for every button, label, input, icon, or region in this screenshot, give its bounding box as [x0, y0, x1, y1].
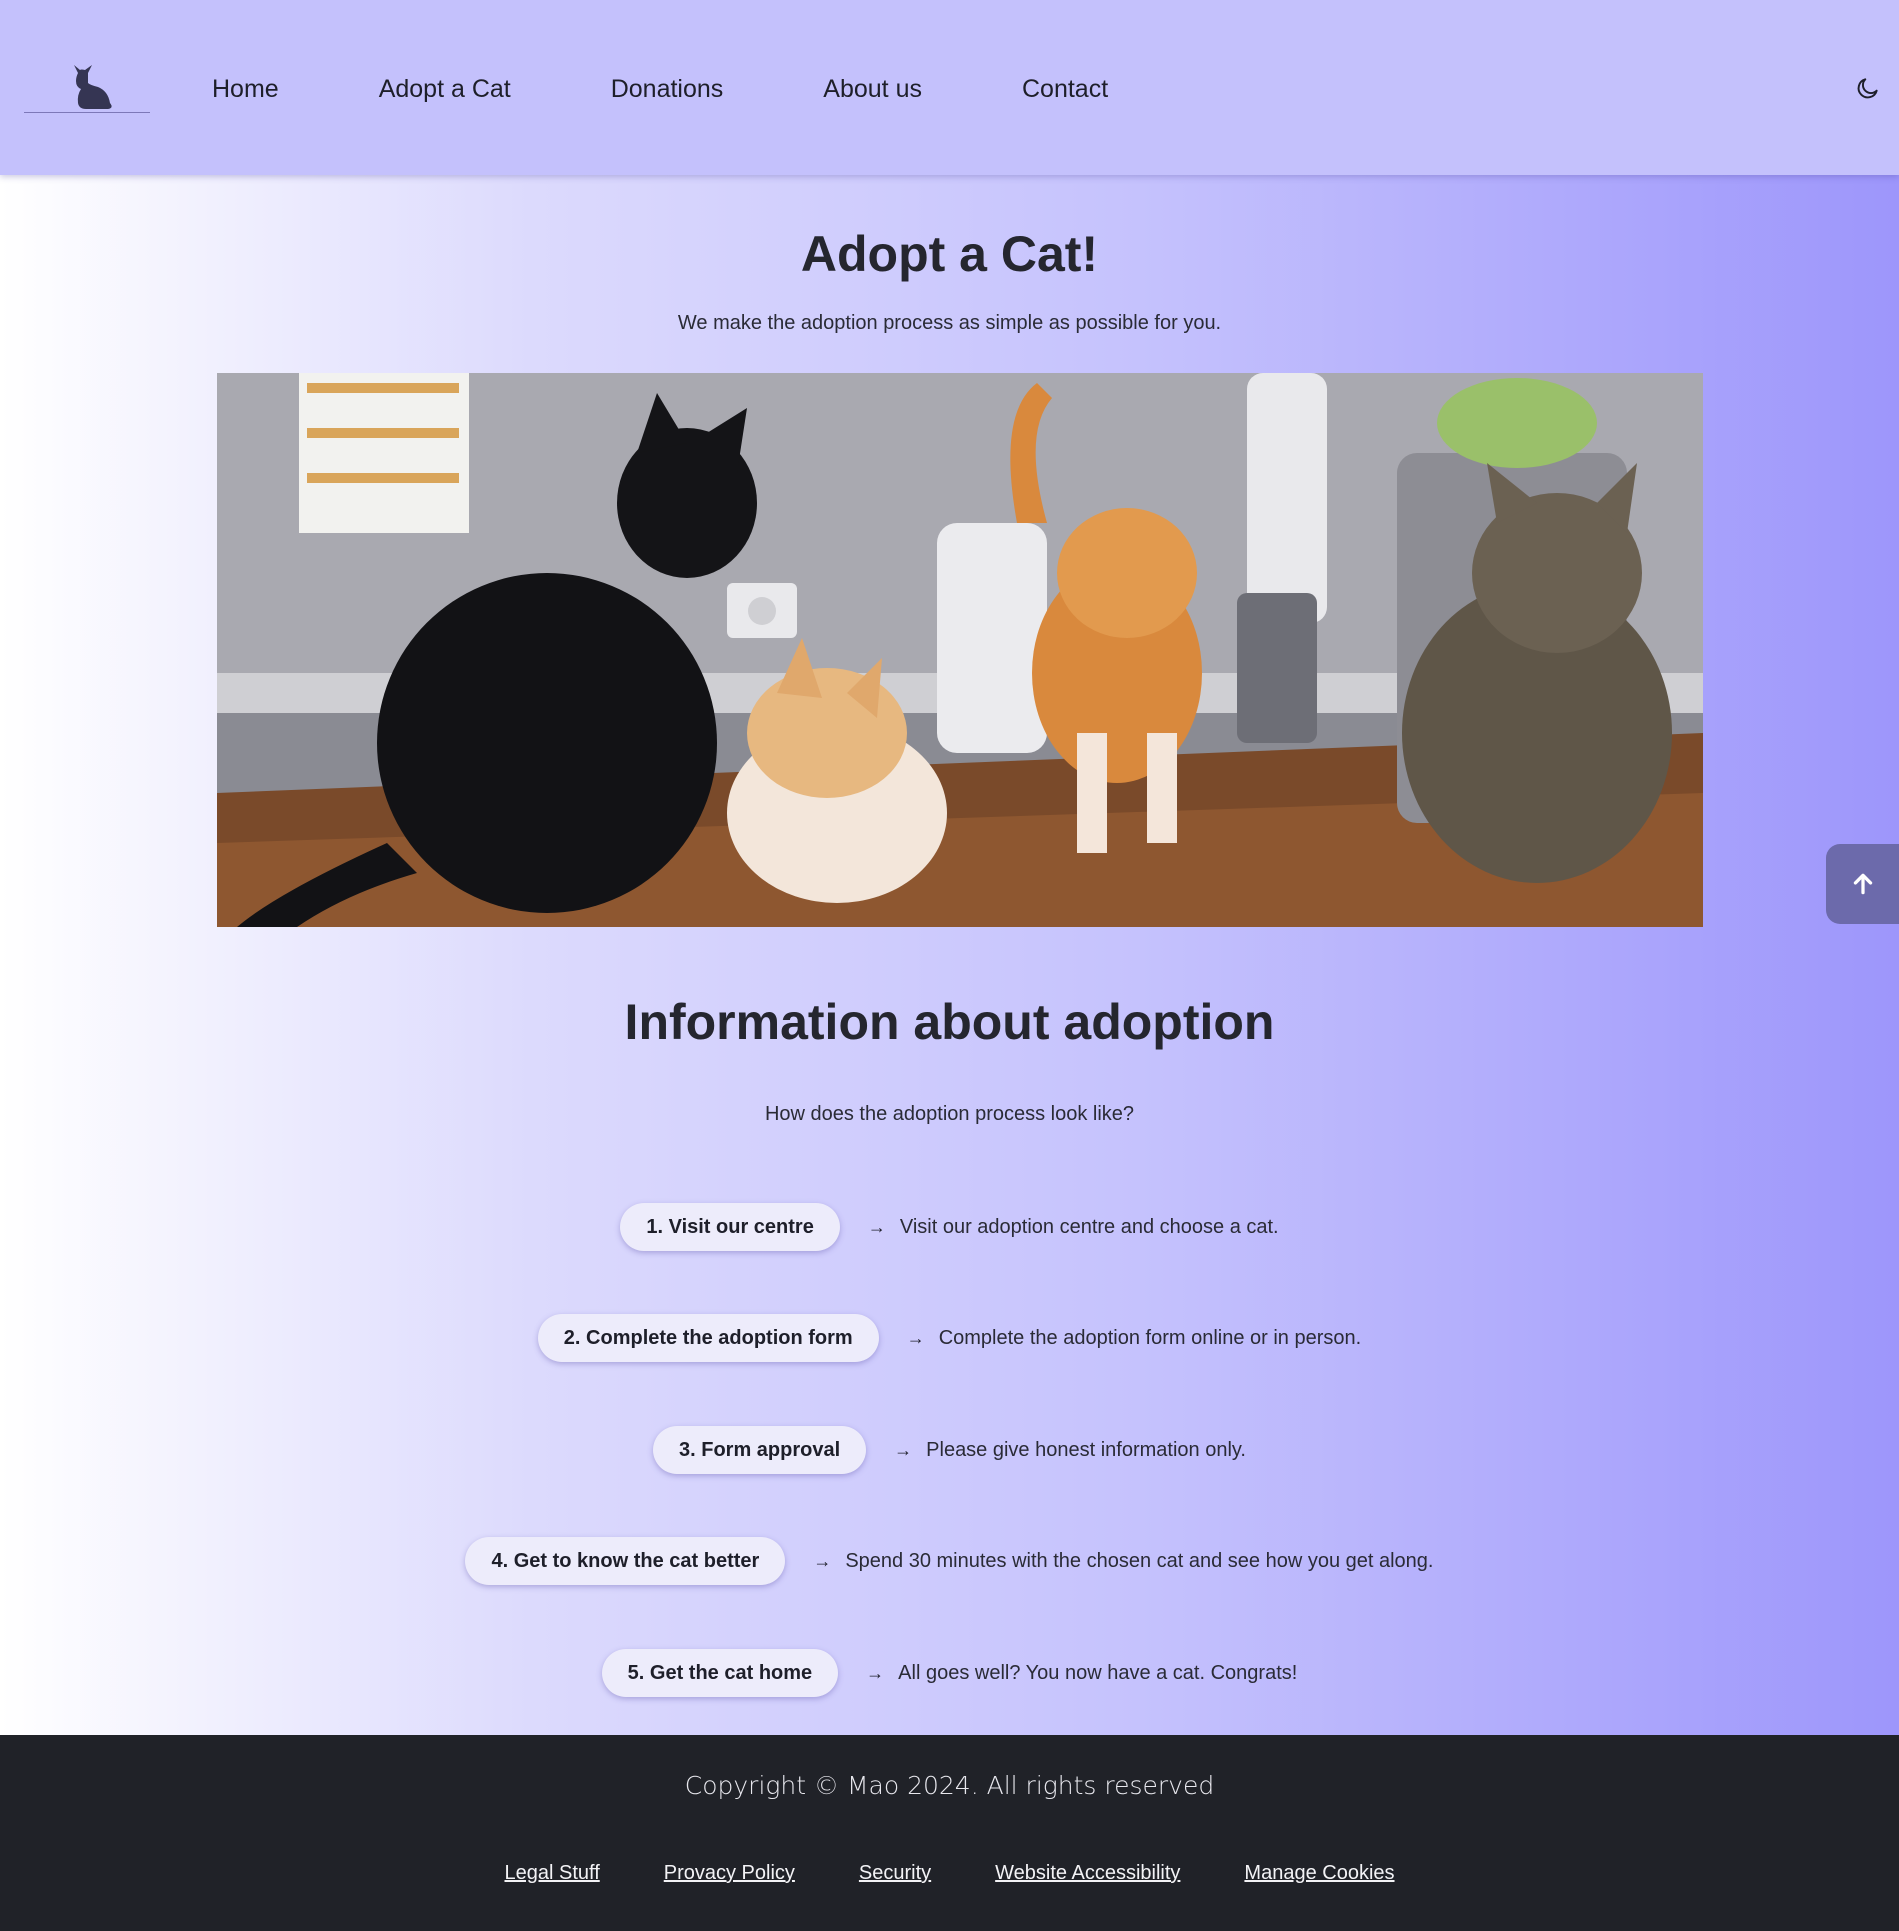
adoption-step: 1. Visit our centre → Visit our adoption… [0, 1201, 1899, 1253]
page-subtitle: We make the adoption process as simple a… [677, 312, 1222, 334]
footer-link-legal-stuff[interactable]: Legal Stuff [504, 1862, 599, 1885]
cat-logo-icon [74, 65, 112, 109]
cats-photo [217, 373, 1703, 927]
step-button-3[interactable]: 3. Form approval [653, 1426, 867, 1474]
step-button-1[interactable]: 1. Visit our centre [620, 1203, 840, 1251]
arrow-right-icon: → [867, 1216, 886, 1237]
arrow-right-icon: → [906, 1327, 925, 1348]
moon-icon [1857, 78, 1878, 99]
adoption-step: 3. Form approval → Please give honest in… [0, 1424, 1899, 1476]
adoption-step: 2. Complete the adoption form → Complete… [0, 1312, 1899, 1364]
footer-link-manage-cookies[interactable]: Manage Cookies [1244, 1862, 1394, 1885]
arrow-right-icon: → [813, 1550, 832, 1571]
nav-adopt-a-cat[interactable]: Adopt a Cat [379, 75, 511, 104]
back-to-top-button[interactable] [1826, 844, 1899, 924]
site-header: Home Adopt a Cat Donations About us Cont… [0, 0, 1899, 175]
nav-donations[interactable]: Donations [611, 75, 724, 104]
arrow-right-icon: → [866, 1662, 885, 1683]
step-description-2: Complete the adoption form online or in … [938, 1326, 1362, 1349]
theme-toggle-button[interactable] [1855, 75, 1885, 105]
step-button-5[interactable]: 5. Get the cat home [601, 1649, 839, 1697]
footer-link-privacy-policy[interactable]: Provacy Policy [664, 1862, 795, 1885]
footer-links: Legal Stuff Provacy Policy Security Webs… [0, 1862, 1899, 1885]
logo-link[interactable] [24, 55, 150, 113]
step-description-5: All goes well? You now have a cat. Congr… [898, 1661, 1298, 1684]
adoption-step: 5. Get the cat home → All goes well? You… [0, 1647, 1899, 1699]
arrow-right-icon: → [894, 1439, 913, 1460]
page-title: Adopt a Cat! [800, 226, 1099, 282]
nav-home[interactable]: Home [212, 75, 279, 104]
main-nav: Home Adopt a Cat Donations About us Cont… [212, 72, 1208, 106]
site-footer: Copyright © Mao 2024. All rights reserve… [0, 1735, 1899, 1931]
footer-link-security[interactable]: Security [859, 1862, 931, 1885]
adoption-step: 4. Get to know the cat better → Spend 30… [0, 1535, 1899, 1587]
step-button-4[interactable]: 4. Get to know the cat better [465, 1537, 786, 1585]
arrow-up-icon [1853, 873, 1872, 895]
main-content: Adopt a Cat! We make the adoption proces… [0, 175, 1899, 1735]
nav-contact[interactable]: Contact [1022, 75, 1108, 104]
copyright-text: Copyright © Mao 2024. All rights reserve… [684, 1771, 1215, 1800]
step-description-1: Visit our adoption centre and choose a c… [899, 1215, 1279, 1238]
logo-underline [24, 112, 150, 113]
step-description-3: Please give honest information only. [926, 1438, 1246, 1461]
step-description-4: Spend 30 minutes with the chosen cat and… [845, 1549, 1434, 1572]
page: Home Adopt a Cat Donations About us Cont… [0, 0, 1899, 1931]
footer-link-website-accessibility[interactable]: Website Accessibility [995, 1862, 1180, 1885]
info-section-subtitle: How does the adoption process look like? [764, 1103, 1135, 1125]
info-section-title: Information about adoption [624, 994, 1275, 1050]
step-button-2[interactable]: 2. Complete the adoption form [537, 1314, 879, 1362]
nav-about-us[interactable]: About us [823, 75, 922, 104]
